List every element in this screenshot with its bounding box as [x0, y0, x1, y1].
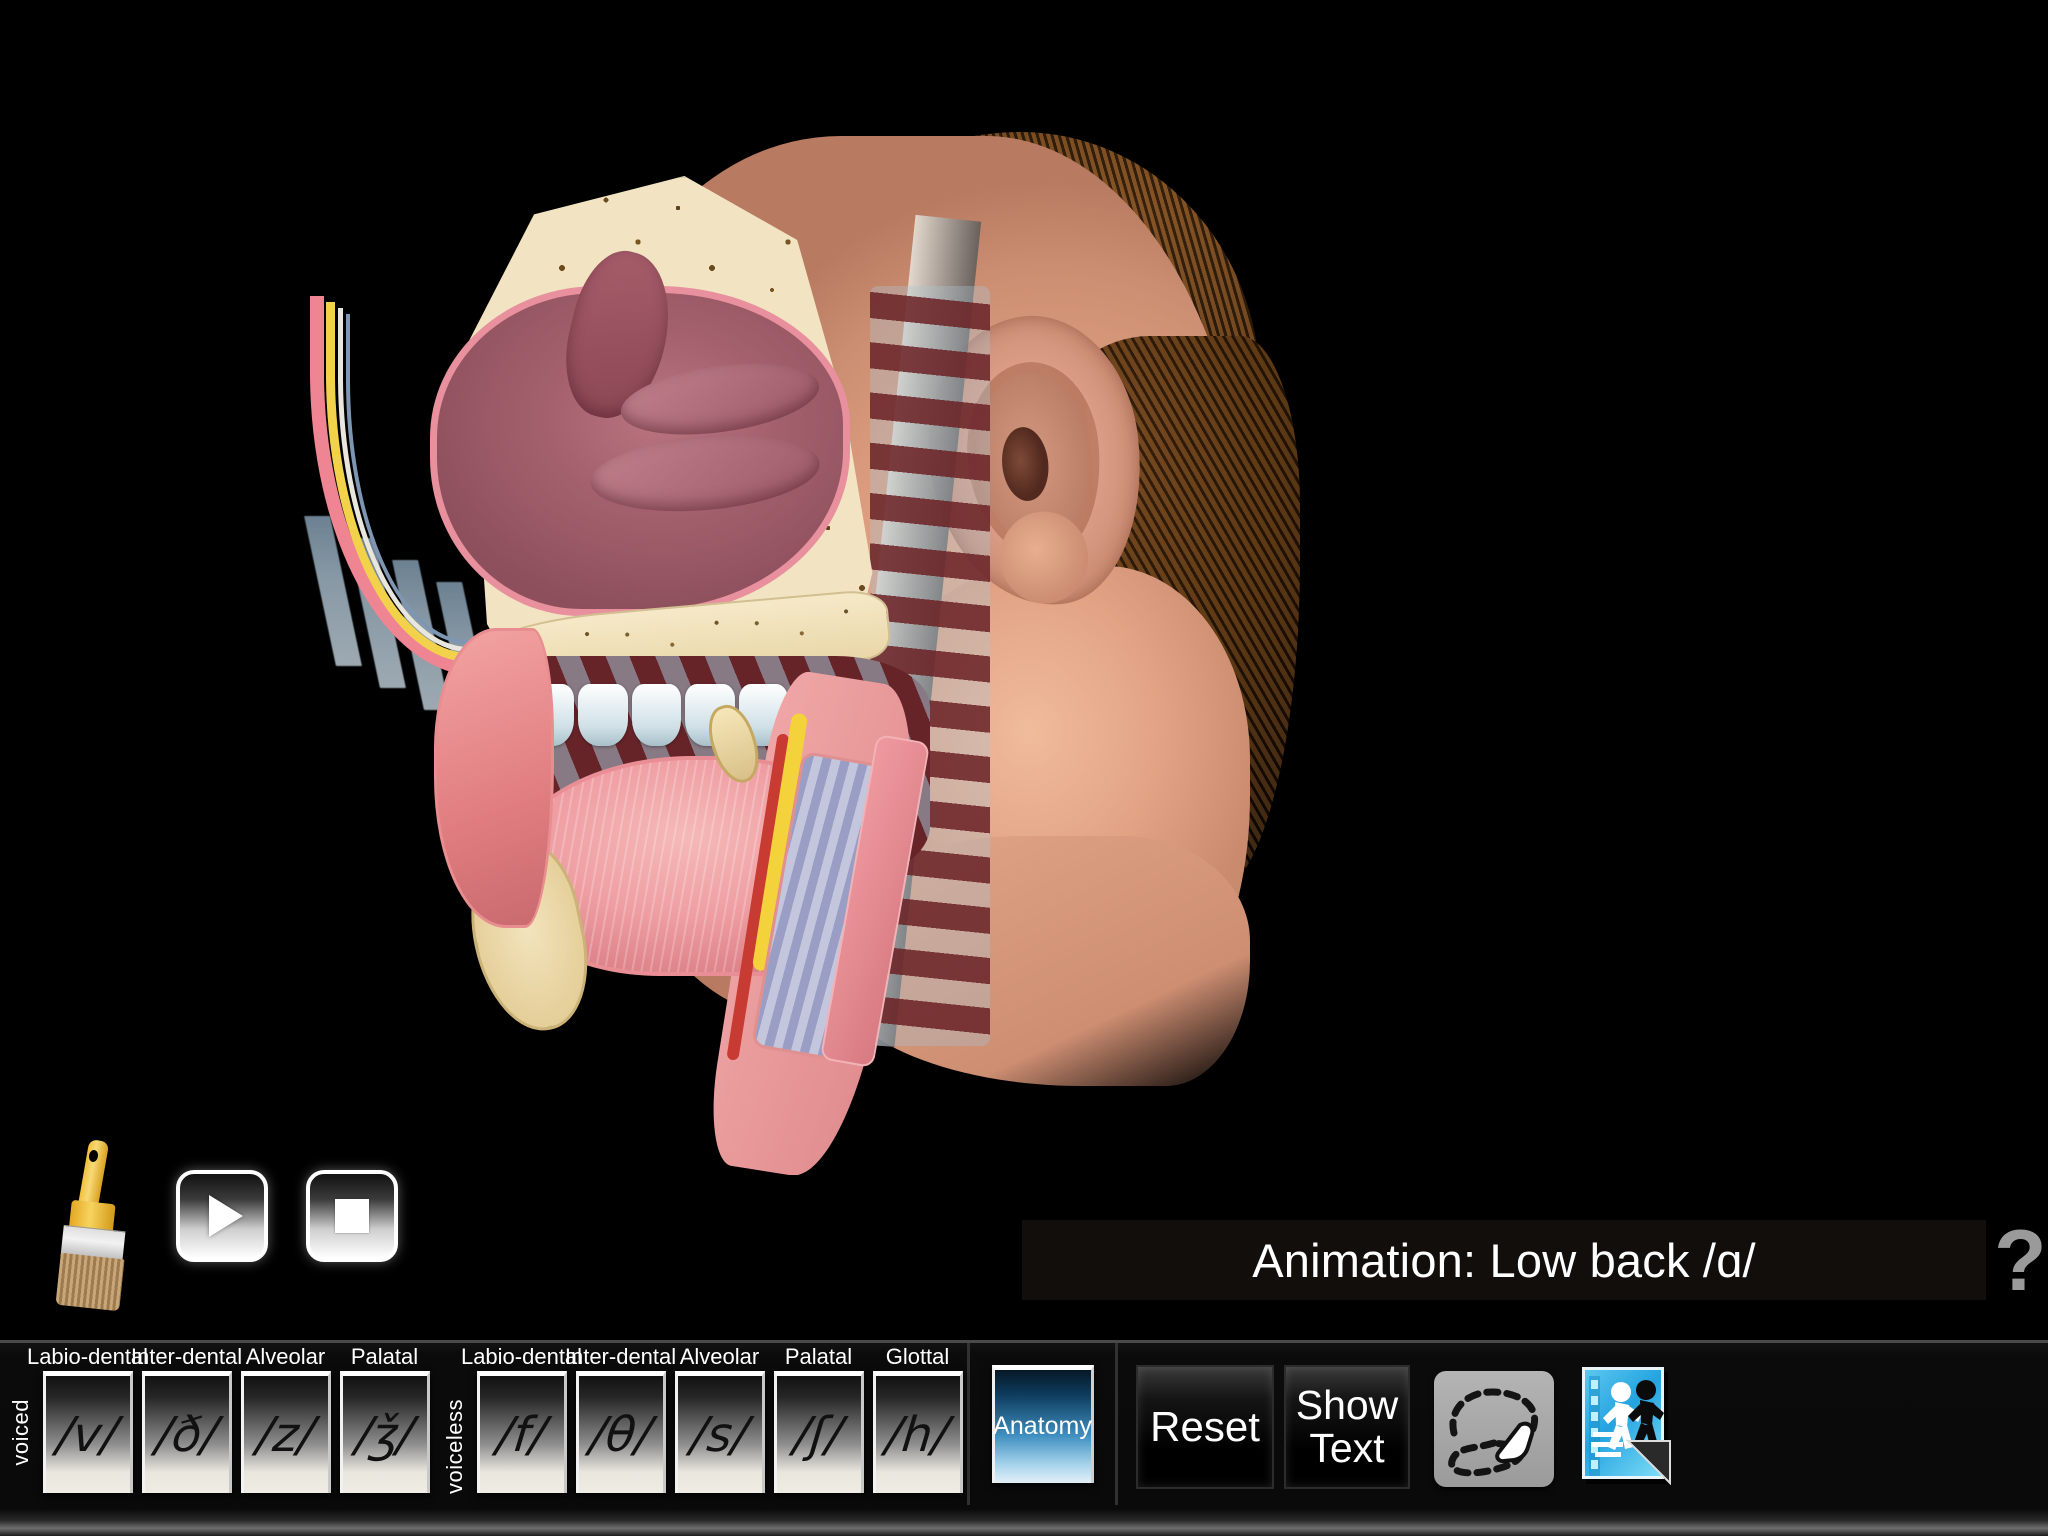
paintbrush-bristles [55, 1252, 125, 1312]
phoneme-symbol-v: /v/ [54, 1406, 121, 1463]
phoneme-button-s[interactable]: /s/ [674, 1371, 765, 1493]
phoneme-cell-h: Glottal /h/ [868, 1343, 967, 1493]
phoneme-button-f[interactable]: /f/ [476, 1371, 567, 1493]
play-button[interactable] [176, 1170, 268, 1262]
stop-button[interactable] [306, 1170, 398, 1262]
animation-title-bar: Animation: Low back /ɑ/ [1022, 1220, 1986, 1300]
help-icon[interactable]: ? [1994, 1218, 2047, 1304]
place-label-sh: Palatal [784, 1344, 853, 1369]
dashed-outline-hand-trace-icon[interactable] [1434, 1371, 1554, 1487]
voiced-group: voiced Labio-dental /v/ Inter-dental /ð/… [0, 1343, 434, 1505]
phoneme-cell-z: Alveolar /z/ [236, 1343, 335, 1493]
phoneme-symbol-sh: /ʃ/ [791, 1406, 846, 1463]
phoneme-cell-theta: Inter-dental /θ/ [565, 1343, 676, 1493]
phoneme-cell-f: Labio-dental /f/ [461, 1343, 582, 1493]
reset-button[interactable]: Reset [1136, 1365, 1274, 1489]
phoneme-button-eth[interactable]: /ð/ [141, 1371, 232, 1493]
film-runner-animation-icon[interactable] [1580, 1367, 1676, 1491]
tools-group: Reset Show Text [1118, 1343, 1676, 1505]
anatomy-button-label: Anatomy [993, 1412, 1092, 1440]
voiceless-label: voiceless [442, 1399, 467, 1494]
phoneme-symbol-eth: /ð/ [152, 1406, 221, 1463]
phoneme-symbol-z: /z/ [253, 1406, 318, 1463]
phoneme-symbol-s: /s/ [687, 1406, 752, 1463]
place-label-s: Alveolar [679, 1344, 760, 1369]
playback-control-strip: Animation: Low back /ɑ/ ? [0, 1138, 2048, 1340]
tooth [631, 684, 682, 746]
place-label-theta: Inter-dental [564, 1344, 677, 1369]
lips [434, 628, 554, 928]
anatomy-button[interactable]: Anatomy [991, 1365, 1094, 1483]
play-icon [208, 1195, 243, 1237]
phoneme-toolbar: voiced Labio-dental /v/ Inter-dental /ð/… [0, 1340, 2048, 1536]
phoneme-button-theta[interactable]: /θ/ [575, 1371, 666, 1493]
phoneme-cell-s: Alveolar /s/ [670, 1343, 769, 1493]
phoneme-button-zh[interactable]: /ǯ/ [339, 1371, 430, 1493]
phoneme-cell-zh: Palatal /ǯ/ [335, 1343, 434, 1493]
page-fold-corner [1626, 1440, 1671, 1485]
place-label-h: Glottal [885, 1344, 950, 1369]
phoneme-symbol-f: /f/ [493, 1406, 550, 1463]
voiced-label: voiced [8, 1399, 33, 1466]
phoneme-button-z[interactable]: /z/ [240, 1371, 331, 1493]
phoneme-symbol-theta: /θ/ [586, 1406, 655, 1463]
nose-mucosa-layers [310, 296, 520, 676]
place-label-zh: Palatal [350, 1344, 419, 1369]
phoneme-button-v[interactable]: /v/ [42, 1371, 133, 1493]
stop-icon [335, 1199, 369, 1233]
show-text-button[interactable]: Show Text [1284, 1365, 1410, 1489]
animation-title: Animation: Low back /ɑ/ [1252, 1233, 1756, 1287]
reset-button-label: Reset [1150, 1402, 1260, 1450]
phoneme-symbol-zh: /ǯ/ [352, 1406, 417, 1463]
sagittal-head-illustration [304, 132, 1300, 1185]
anatomy-group: Anatomy [970, 1343, 1118, 1505]
paintbrush-icon[interactable] [48, 1138, 138, 1312]
show-text-button-label: Show Text [1295, 1381, 1399, 1471]
phoneme-cell-eth: Inter-dental /ð/ [131, 1343, 242, 1493]
phoneme-symbol-h: /h/ [883, 1406, 952, 1463]
phoneme-cell-sh: Palatal /ʃ/ [769, 1343, 868, 1493]
place-label-z: Alveolar [245, 1344, 326, 1369]
phoneme-button-sh[interactable]: /ʃ/ [773, 1371, 864, 1493]
anatomy-stage[interactable] [0, 0, 2048, 1222]
tooth [578, 684, 628, 746]
place-label-eth: Inter-dental [130, 1344, 243, 1369]
phoneme-button-h[interactable]: /h/ [872, 1371, 963, 1493]
voiceless-group: voiceless Labio-dental /f/ Inter-dental … [434, 1343, 970, 1505]
phoneme-cell-v: Labio-dental /v/ [27, 1343, 148, 1493]
speech-anatomy-app: Animation: Low back /ɑ/ ? voiced Labio-d… [0, 0, 2048, 1536]
